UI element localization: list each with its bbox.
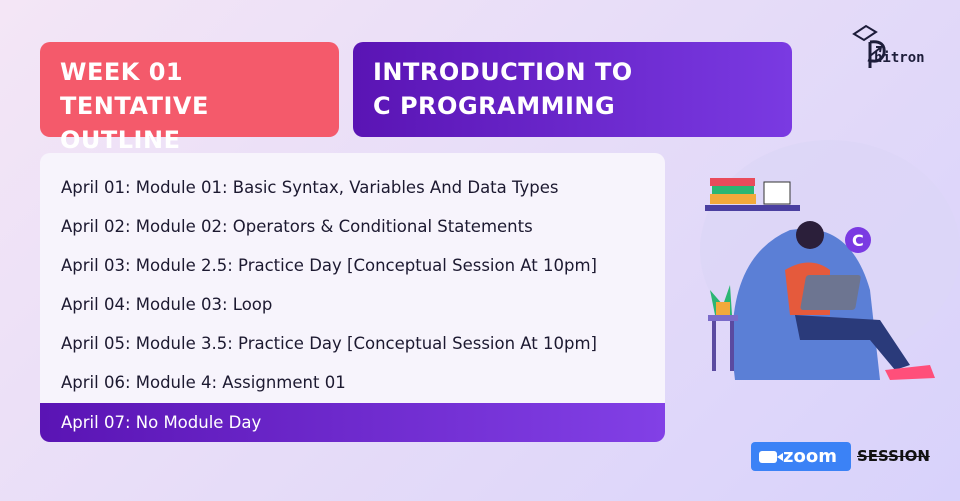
topic-line-1: INTRODUCTION TO — [373, 58, 633, 86]
student-laptop-illustration: C — [700, 140, 960, 380]
list-item: April 04: Module 03: Loop — [61, 295, 273, 314]
list-item: April 03: Module 2.5: Practice Day [Conc… — [61, 256, 597, 275]
outline-label: TENTATIVE OUTLINE — [60, 92, 209, 154]
week-outline-banner: WEEK 01 TENTATIVE OUTLINE — [40, 42, 339, 154]
topic-line-2: C PROGRAMMING — [373, 92, 616, 120]
phitron-logo: hitron — [850, 22, 930, 72]
week-label: WEEK 01 — [60, 58, 184, 86]
svg-text:C: C — [852, 231, 864, 250]
list-item: April 06: Module 4: Assignment 01 — [61, 373, 346, 392]
zoom-badge: zoom — [751, 442, 851, 471]
zoom-label: zoom — [783, 446, 837, 467]
list-item: April 05: Module 3.5: Practice Day [Conc… — [61, 334, 597, 353]
video-camera-icon — [759, 450, 783, 463]
topic-banner: INTRODUCTION TO C PROGRAMMING — [353, 42, 792, 137]
list-item: April 02: Module 02: Operators & Conditi… — [61, 217, 533, 236]
list-item: April 01: Module 01: Basic Syntax, Varia… — [61, 178, 559, 197]
session-label: SESSION — [857, 447, 930, 465]
schedule-list: April 01: Module 01: Basic Syntax, Varia… — [40, 153, 665, 442]
list-item-highlighted: April 07: No Module Day — [40, 403, 665, 442]
logo-text: hitron — [874, 50, 925, 66]
